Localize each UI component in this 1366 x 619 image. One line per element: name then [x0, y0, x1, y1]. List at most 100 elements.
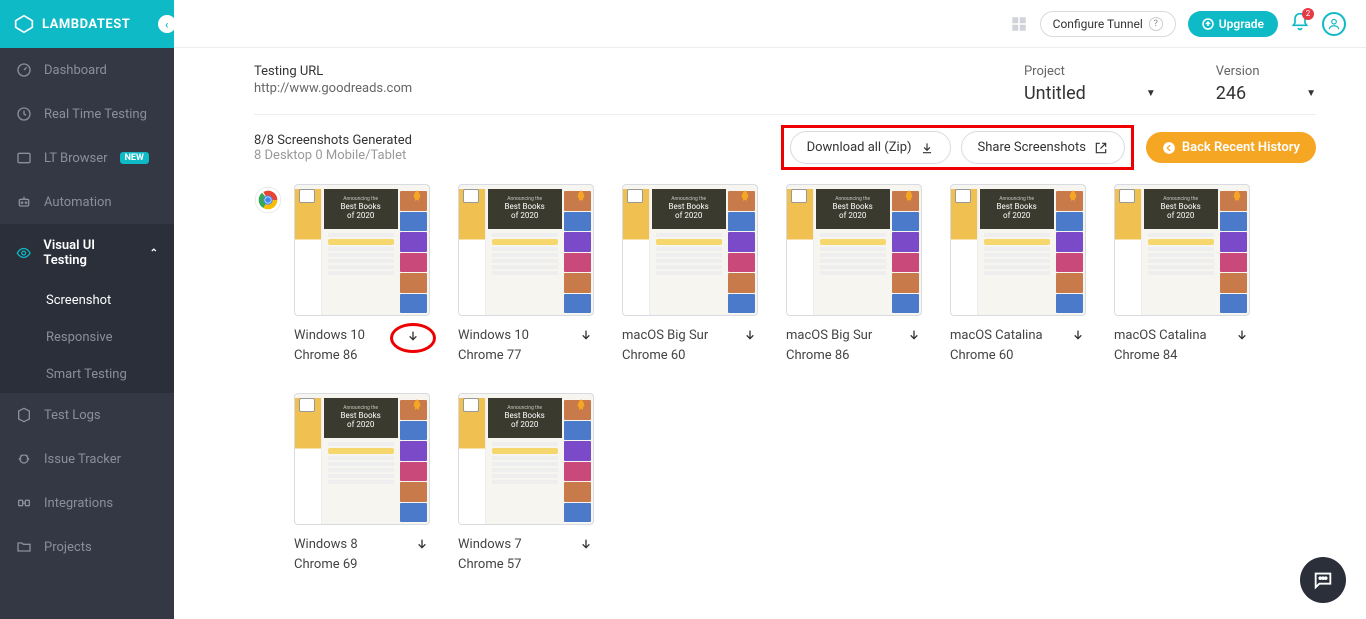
desktop-icon — [791, 189, 807, 203]
url-value: http://www.goodreads.com — [254, 81, 412, 96]
tunnel-label: Configure Tunnel — [1053, 17, 1143, 31]
screenshot-thumbnail[interactable]: Announcing theBest Booksof 2020 — [458, 393, 594, 525]
sidebar-label: Issue Tracker — [44, 452, 121, 467]
notifications-button[interactable]: 2 — [1290, 12, 1310, 36]
rocket-icon — [573, 189, 589, 209]
sidebar-item-automation[interactable]: Automation — [0, 180, 174, 224]
screenshot-thumbnail[interactable]: Announcing theBest Booksof 2020 — [950, 184, 1086, 316]
sidebar-item-visual-ui[interactable]: Visual UI Testing ⌃ — [0, 224, 174, 282]
share-label: Share Screenshots — [978, 140, 1086, 155]
card-os: macOS Big Sur — [786, 326, 872, 346]
card-browser: Chrome 84 — [1114, 346, 1207, 366]
card-info: macOS CatalinaChrome 60 — [950, 326, 1086, 365]
card-info: macOS Big SurChrome 60 — [622, 326, 758, 365]
rocket-icon — [409, 189, 425, 209]
screenshot-card: Announcing theBest Booksof 2020 macOS Bi… — [622, 184, 758, 365]
screenshot-thumbnail[interactable]: Announcing theBest Booksof 2020 — [786, 184, 922, 316]
card-info: Windows 8Chrome 69 — [294, 535, 430, 574]
card-info: Windows 10Chrome 86 — [294, 326, 430, 365]
download-card-button[interactable] — [742, 328, 758, 348]
sidebar-label: Visual UI Testing — [43, 238, 137, 268]
sidebar-label: Integrations — [44, 496, 113, 511]
highlight-circle — [390, 323, 436, 353]
sidebar-sub-responsive[interactable]: Responsive — [0, 319, 174, 356]
screenshot-thumbnail[interactable]: Announcing theBest Booksof 2020 — [294, 393, 430, 525]
card-labels: Windows 8Chrome 69 — [294, 535, 358, 574]
upgrade-button[interactable]: Upgrade — [1188, 11, 1278, 37]
rocket-icon — [737, 189, 753, 209]
screenshot-card: Announcing theBest Booksof 2020 macOS Bi… — [786, 184, 922, 365]
brand-header[interactable]: LAMBDATEST ‹ — [0, 0, 174, 48]
screenshot-thumbnail[interactable]: Announcing theBest Booksof 2020 — [622, 184, 758, 316]
chrome-icon — [254, 186, 282, 214]
download-card-button[interactable] — [1234, 328, 1250, 348]
eye-icon — [16, 245, 31, 261]
sidebar-item-integrations[interactable]: Integrations — [0, 481, 174, 525]
download-card-button[interactable] — [578, 537, 594, 557]
screenshot-card: Announcing theBest Booksof 2020 Windows … — [458, 184, 594, 365]
card-browser: Chrome 77 — [458, 346, 529, 366]
sidebar-sub-screenshot[interactable]: Screenshot — [0, 282, 174, 319]
download-all-label: Download all (Zip) — [807, 140, 912, 155]
url-block: Testing URL http://www.goodreads.com — [254, 64, 412, 96]
version-select[interactable]: Version 246▼ — [1216, 64, 1316, 104]
selects: Project Untitled▼ Version 246▼ — [1024, 64, 1316, 104]
sidebar: LAMBDATEST ‹ Dashboard Real Time Testing… — [0, 0, 174, 619]
project-value: Untitled — [1024, 83, 1086, 104]
upgrade-arrow-icon — [1202, 18, 1214, 30]
download-all-button[interactable]: Download all (Zip) — [790, 131, 951, 164]
download-card-button[interactable] — [1070, 328, 1086, 348]
card-os: Windows 7 — [458, 535, 522, 555]
card-labels: macOS Big SurChrome 60 — [622, 326, 708, 365]
share-icon — [1094, 141, 1108, 155]
sidebar-item-projects[interactable]: Projects — [0, 525, 174, 569]
screenshot-thumbnail[interactable]: Announcing theBest Booksof 2020 — [294, 184, 430, 316]
rocket-icon — [1065, 189, 1081, 209]
status-generated: 8/8 Screenshots Generated — [254, 133, 412, 148]
sidebar-item-ltbrowser[interactable]: LT Browser NEW — [0, 136, 174, 180]
screenshot-thumbnail[interactable]: Announcing theBest Booksof 2020 — [1114, 184, 1250, 316]
info-row: Testing URL http://www.goodreads.com Pro… — [254, 64, 1316, 104]
desktop-icon — [627, 189, 643, 203]
sidebar-item-testlogs[interactable]: Test Logs — [0, 393, 174, 437]
sidebar-item-realtime[interactable]: Real Time Testing — [0, 92, 174, 136]
main: Configure Tunnel ? Upgrade 2 Testing URL… — [174, 0, 1366, 619]
download-card-button[interactable] — [906, 328, 922, 348]
sidebar-sub-smart[interactable]: Smart Testing — [0, 356, 174, 393]
back-label: Back Recent History — [1182, 140, 1300, 155]
desktop-icon — [955, 189, 971, 203]
back-history-button[interactable]: Back Recent History — [1146, 132, 1316, 163]
apps-grid-icon[interactable] — [1010, 15, 1028, 33]
card-os: macOS Catalina — [950, 326, 1043, 346]
configure-tunnel-button[interactable]: Configure Tunnel ? — [1040, 11, 1176, 37]
sidebar-item-issues[interactable]: Issue Tracker — [0, 437, 174, 481]
screenshot-thumbnail[interactable]: Announcing theBest Booksof 2020 — [458, 184, 594, 316]
download-card-button[interactable] — [414, 537, 430, 557]
rocket-icon — [573, 398, 589, 418]
card-labels: Windows 10Chrome 86 — [294, 326, 365, 365]
sidebar-label: LT Browser — [44, 151, 108, 166]
card-browser: Chrome 86 — [786, 346, 872, 366]
card-os: macOS Catalina — [1114, 326, 1207, 346]
screenshot-card: Announcing theBest Booksof 2020 Windows … — [294, 184, 430, 365]
rocket-icon — [901, 189, 917, 209]
sidebar-item-dashboard[interactable]: Dashboard — [0, 48, 174, 92]
sidebar-label: Dashboard — [44, 63, 107, 78]
sidebar-label: Automation — [44, 195, 112, 210]
project-select[interactable]: Project Untitled▼ — [1024, 64, 1156, 104]
card-labels: Windows 7Chrome 57 — [458, 535, 522, 574]
user-avatar[interactable] — [1322, 12, 1346, 36]
sidebar-label: Projects — [44, 540, 92, 555]
download-card-button[interactable] — [405, 329, 421, 349]
sidebar-label: Real Time Testing — [44, 107, 147, 122]
share-button[interactable]: Share Screenshots — [961, 131, 1125, 164]
status-row: 8/8 Screenshots Generated 8 Desktop 0 Mo… — [254, 114, 1316, 170]
desktop-icon — [299, 189, 315, 203]
download-card-button[interactable] — [578, 328, 594, 348]
chat-button[interactable] — [1300, 557, 1346, 603]
chat-icon — [1312, 569, 1334, 591]
desktop-icon — [463, 398, 479, 412]
dashboard-icon — [16, 62, 32, 78]
folder-icon — [16, 539, 32, 555]
sidebar-collapse-button[interactable]: ‹ — [158, 15, 176, 33]
